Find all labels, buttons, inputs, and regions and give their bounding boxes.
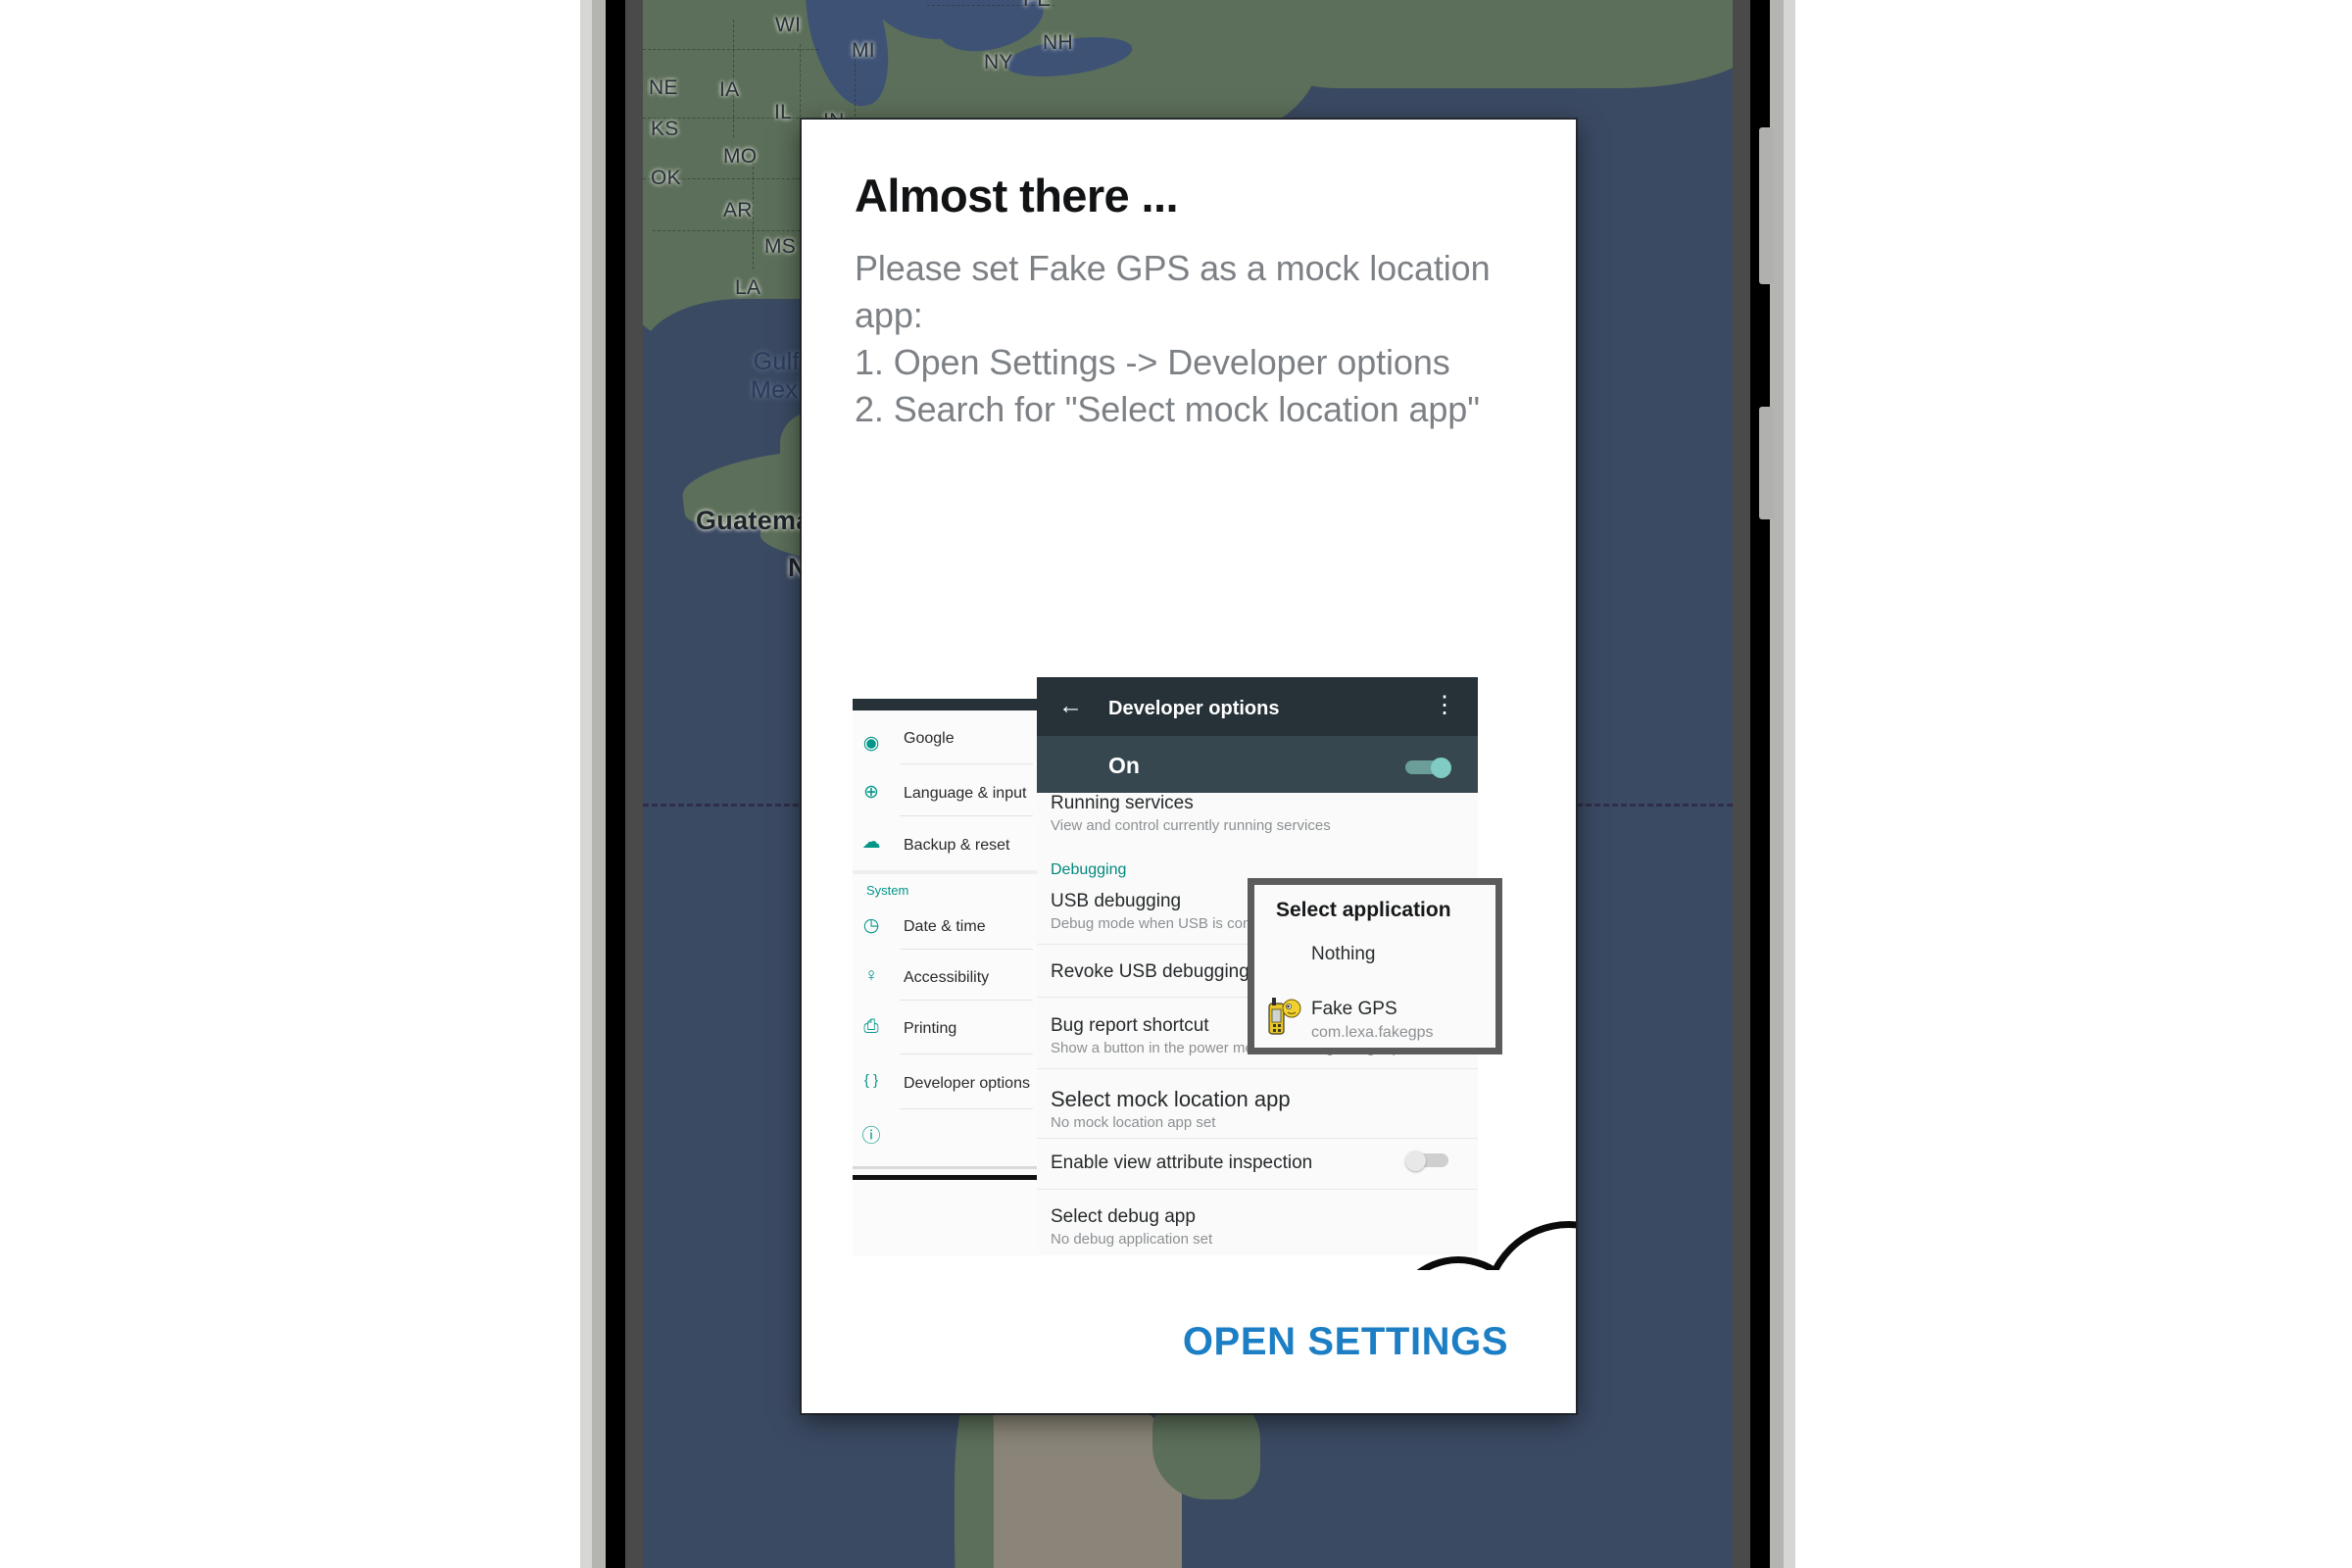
settings-row-developer-options[interactable]: { } Developer options [853, 1072, 1037, 1092]
settings-row-label: Backup & reset [904, 837, 1010, 854]
globe-icon: ⊕ [863, 782, 879, 803]
dialog-body-text: Please set Fake GPS as a mock location a… [855, 248, 1491, 429]
settings-divider [900, 815, 1033, 816]
map-border-line [753, 162, 754, 270]
settings-row-date-time[interactable]: ◷ Date & time [853, 916, 1037, 935]
dev-row-subtitle: View and control currently running servi… [1051, 817, 1331, 834]
dev-row-title: Running services [1051, 793, 1194, 813]
map-border-line [800, 44, 801, 152]
map-state-label: WI [775, 14, 802, 36]
clock-icon: ◷ [862, 915, 880, 936]
dev-row-title: USB debugging [1051, 891, 1182, 911]
kebab-menu-icon[interactable]: ⋮ [1433, 694, 1456, 717]
instruction-screenshot: Settings ◉ Google ⊕ Language & input ☁ B… [802, 584, 1576, 1270]
map-border-line [643, 49, 819, 50]
back-arrow-icon[interactable]: ← [1058, 694, 1083, 718]
settings-row-about-phone[interactable]: ⓘ [853, 1126, 1037, 1147]
settings-row-label: Date & time [904, 918, 986, 935]
select-application-option-fakegps[interactable]: Fake GPS [1311, 999, 1397, 1020]
map-state-label: IA [719, 78, 740, 101]
settings-row-label: Accessibility [904, 969, 990, 986]
settings-row-label: Developer options [904, 1075, 1030, 1092]
attribute-inspection-toggle[interactable] [1405, 1151, 1454, 1171]
settings-row-label: Language & input [904, 785, 1027, 802]
settings-group-label: System [866, 883, 909, 898]
printer-icon: ⎙ [863, 1016, 879, 1037]
fake-gps-icon [1268, 997, 1301, 1036]
map-state-label: MS [764, 235, 797, 258]
settings-bottom-divider [853, 1166, 1037, 1169]
dev-divider [1037, 1189, 1478, 1190]
mock-location-dialog: Almost there ... Please set Fake GPS as … [802, 120, 1576, 1413]
power-button[interactable] [1759, 407, 1774, 519]
settings-row-google[interactable]: ◉ Google [853, 730, 1037, 753]
map-state-label: PE [1023, 0, 1052, 12]
settings-divider [900, 1000, 1033, 1001]
settings-row-backup[interactable]: ☁ Backup & reset [853, 833, 1037, 854]
dev-divider [1037, 1138, 1478, 1139]
open-settings-button[interactable]: OPEN SETTINGS [1135, 1286, 1556, 1398]
toggle-knob [1431, 758, 1451, 778]
dev-divider [1037, 1068, 1478, 1069]
open-settings-label: OPEN SETTINGS [1182, 1320, 1509, 1363]
settings-divider [900, 949, 1033, 950]
master-switch-toggle[interactable] [1405, 758, 1454, 778]
dev-row-title: Select mock location app [1051, 1087, 1291, 1111]
map-state-label: OK [651, 167, 681, 189]
developer-options-toolbar: ← Developer options ⋮ [1037, 677, 1478, 736]
dev-row-subtitle: No debug application set [1051, 1231, 1213, 1248]
settings-navbar [853, 1175, 1037, 1180]
screenshot-root: MNWIMINYNHPENBIAILINMOTNARMSALLAKSNEOK G… [0, 0, 2352, 1568]
settings-row-label: Printing [904, 1020, 957, 1037]
settings-divider [900, 1108, 1033, 1109]
braces-icon: { } [863, 1072, 879, 1089]
annotation-circle-select-mock-location [1483, 1221, 1576, 1270]
dev-row-title: Bug report shortcut [1051, 1015, 1209, 1036]
master-switch-label: On [1108, 753, 1140, 778]
settings-list-panel[interactable]: ◉ Google ⊕ Language & input ☁ Backup & r… [853, 710, 1037, 1256]
settings-row-accessibility[interactable]: ♀ Accessibility [853, 965, 1037, 986]
volume-rocker-button[interactable] [1759, 127, 1774, 284]
cloud-upload-icon: ☁ [861, 832, 881, 853]
accessibility-icon: ♀ [863, 965, 879, 986]
map-state-label: MN [690, 0, 722, 2]
toggle-knob [1405, 1151, 1426, 1171]
select-application-dialog: Select application Nothing Fake GPS com.… [1248, 878, 1502, 1054]
developer-options-master-switch-row[interactable]: On [1037, 736, 1478, 793]
google-icon: ◉ [862, 733, 880, 754]
map-state-label: IL [774, 101, 793, 123]
map-state-label: LA [735, 276, 761, 299]
settings-row-label: Google [904, 730, 955, 747]
dev-group-debugging: Debugging [1051, 861, 1127, 878]
map-state-label: NH [1043, 31, 1073, 54]
select-application-option-nothing[interactable]: Nothing [1311, 944, 1376, 965]
map-border-line [653, 230, 809, 231]
select-application-title: Select application [1276, 899, 1451, 921]
select-application-option-package: com.lexa.fakegps [1311, 1024, 1434, 1041]
dev-row-title: Enable view attribute inspection [1051, 1152, 1313, 1173]
map-state-label: MO [723, 145, 758, 168]
dialog-title: Almost there ... [855, 170, 1179, 221]
map-state-label: KS [651, 118, 679, 140]
settings-section-divider [853, 870, 1037, 874]
map-state-label: AR [723, 199, 753, 221]
dev-row-title: Select debug app [1051, 1206, 1196, 1227]
developer-options-title: Developer options [1108, 698, 1280, 719]
settings-divider [900, 763, 1033, 764]
map-land-andes [955, 1401, 994, 1568]
dev-row-subtitle: No mock location app set [1051, 1114, 1216, 1131]
map-land-maritimes [1290, 0, 1733, 88]
settings-row-printing[interactable]: ⎙ Printing [853, 1016, 1037, 1037]
settings-row-language[interactable]: ⊕ Language & input [853, 783, 1037, 802]
info-icon: ⓘ [861, 1126, 881, 1147]
map-state-label: NY [984, 51, 1013, 74]
map-state-label: NE [649, 76, 678, 99]
map-state-label: MI [852, 39, 875, 62]
